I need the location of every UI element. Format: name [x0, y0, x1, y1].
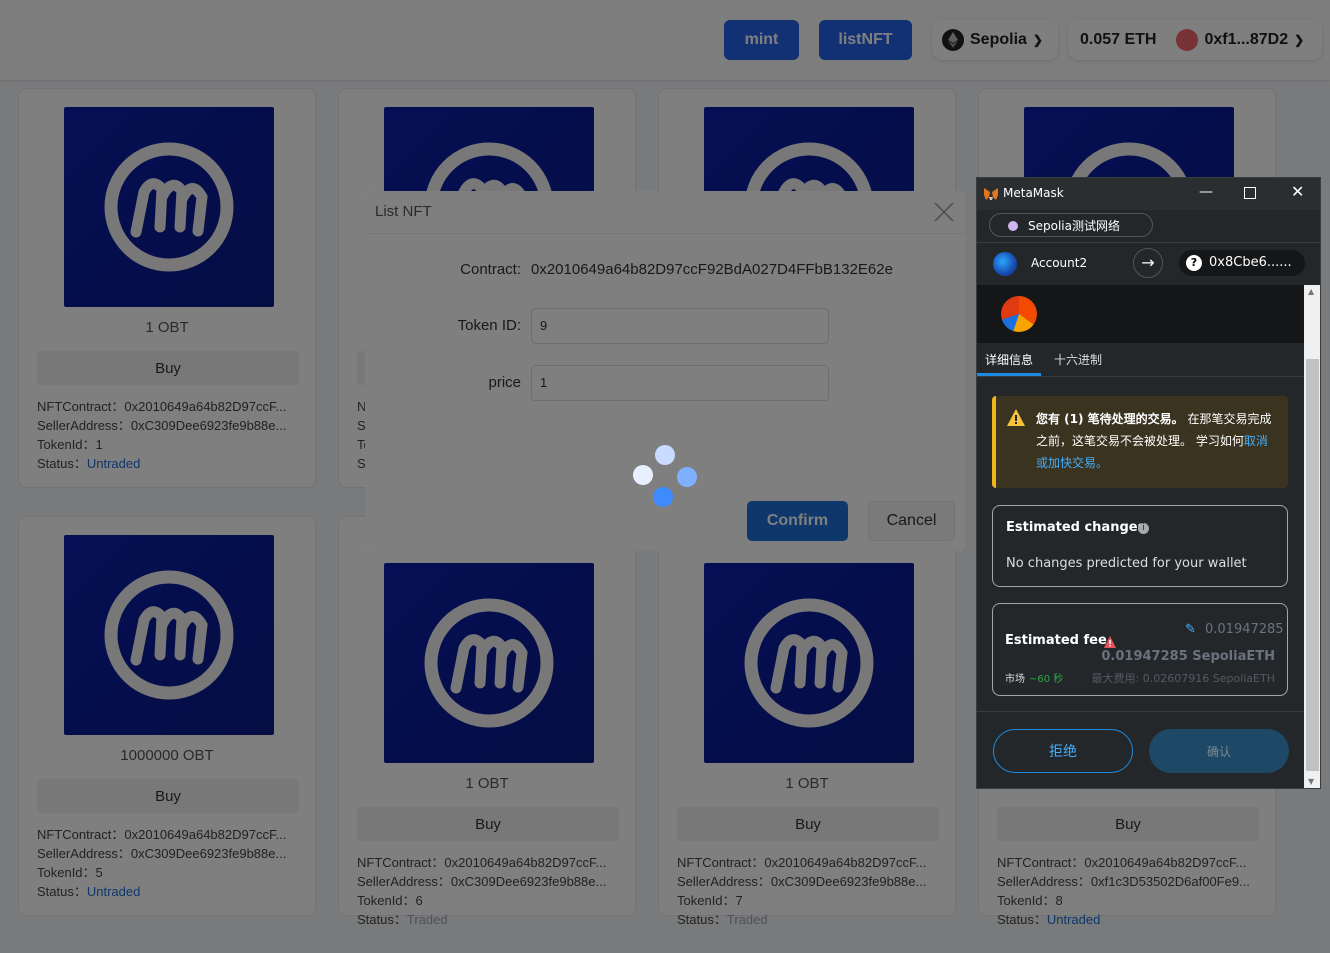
question-icon: ?: [1186, 255, 1202, 271]
network-dot-icon: [1008, 221, 1018, 231]
divider: [977, 711, 1304, 712]
site-icon: [1001, 296, 1037, 332]
minimize-icon[interactable]: —: [1199, 184, 1213, 200]
network-name: Sepolia测试网络: [1028, 219, 1120, 233]
scrollbar-thumb[interactable]: [1306, 359, 1319, 771]
maximize-icon[interactable]: [1244, 187, 1256, 199]
close-icon[interactable]: ✕: [1291, 182, 1304, 201]
account-bar: Account2 → ? 0x8Cbe6......: [977, 243, 1320, 286]
network-bar: Sepolia测试网络: [977, 210, 1320, 243]
scrollbar[interactable]: ▲ ▼: [1304, 285, 1320, 788]
window-title: MetaMask: [1003, 186, 1064, 200]
warning-icon: [1006, 408, 1026, 428]
account-name: Account2: [1031, 256, 1088, 270]
confirm-button[interactable]: 确认: [1149, 729, 1289, 773]
metamask-window: MetaMask — ✕ Sepolia测试网络 Account2 → ? 0x…: [976, 177, 1321, 789]
info-icon[interactable]: i: [1138, 523, 1149, 534]
warning-bold: 您有 (1) 笔待处理的交易。: [1036, 412, 1184, 426]
scroll-up-icon[interactable]: ▲: [1308, 287, 1314, 296]
fee-time: ~60 秒: [1029, 674, 1064, 685]
alert-icon: [1103, 634, 1117, 648]
estimated-changes-card: Estimated changes i No changes predicted…: [992, 505, 1288, 587]
metamask-titlebar: MetaMask — ✕: [977, 178, 1320, 210]
edit-icon[interactable]: ✎: [1185, 622, 1199, 637]
loading-spinner-icon: [625, 441, 705, 521]
estimated-fee-title: Estimated fee: [1005, 633, 1107, 648]
tabs: 详细信息 十六进制: [977, 343, 1320, 377]
metamask-fox-icon: [983, 186, 999, 202]
estimated-changes-title: Estimated changes: [1006, 520, 1146, 535]
network-selector[interactable]: Sepolia测试网络: [989, 213, 1153, 237]
active-tab-indicator: [977, 373, 1041, 376]
account-avatar: [993, 252, 1017, 276]
pending-warning: 您有 (1) 笔待处理的交易。 在那笔交易完成之前，这笔交易不会被处理。 学习如…: [992, 396, 1288, 488]
tab-hex[interactable]: 十六进制: [1054, 351, 1102, 368]
fee-big: 0.01947285 SepoliaETH: [1101, 649, 1275, 664]
recipient-pill[interactable]: ? 0x8Cbe6......: [1179, 250, 1305, 276]
scroll-down-icon[interactable]: ▼: [1308, 777, 1314, 786]
arrow-right-icon: →: [1133, 248, 1163, 278]
recipient-address: 0x8Cbe6......: [1209, 255, 1292, 270]
reject-button[interactable]: 拒绝: [993, 729, 1133, 773]
warning-text: 您有 (1) 笔待处理的交易。 在那笔交易完成之前，这笔交易不会被处理。 学习如…: [1036, 408, 1276, 474]
estimated-fee-card: Estimated fee ✎ 0.01947285 0.01947285 Se…: [992, 603, 1288, 696]
tab-details[interactable]: 详细信息: [985, 351, 1033, 368]
fee-max: 最大费用: 0.02607916 SepoliaETH: [1091, 672, 1275, 685]
estimated-changes-text: No changes predicted for your wallet: [1006, 556, 1247, 571]
fee-market: 市场: [1005, 674, 1025, 685]
fee-small: 0.01947285: [1205, 622, 1284, 637]
list-nft-dialog: List NFT Contract: 0x2010649a64b82D97ccF…: [365, 191, 965, 551]
dapp-header: [977, 285, 1320, 343]
